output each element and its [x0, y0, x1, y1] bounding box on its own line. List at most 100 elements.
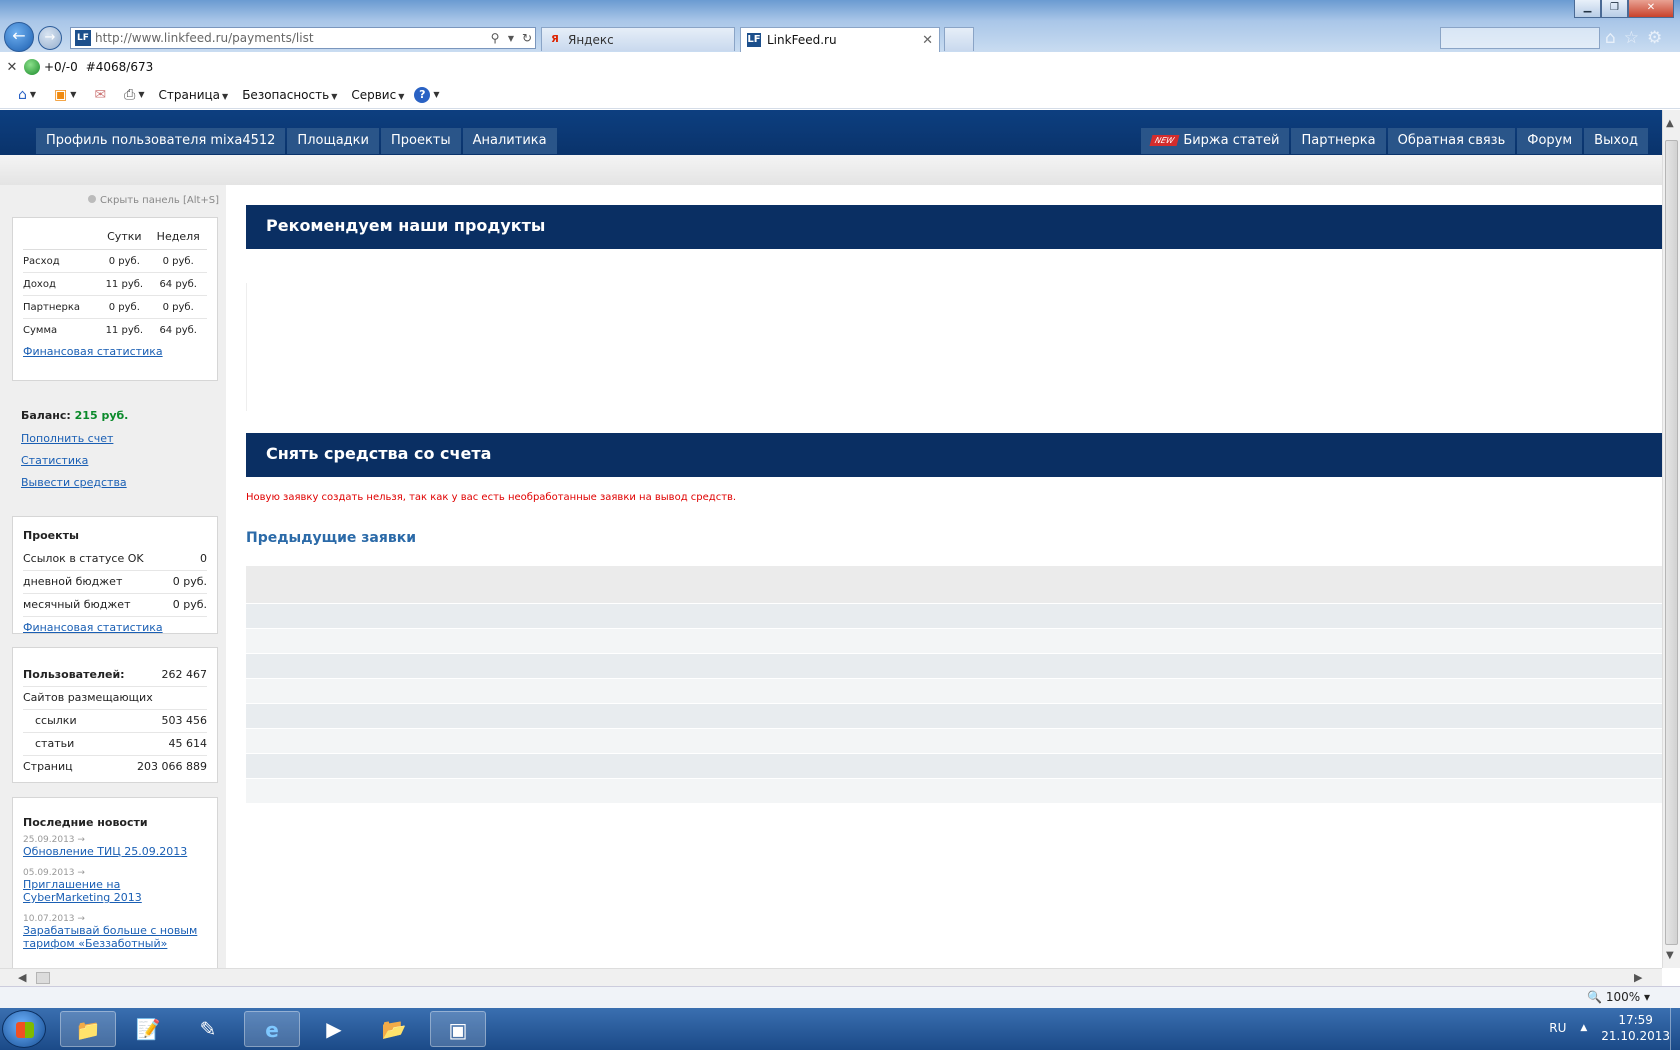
- nav-analytics[interactable]: Аналитика: [462, 128, 557, 154]
- tab-title: LinkFeed.ru: [767, 33, 837, 47]
- nav-feedback[interactable]: Обратная связь: [1387, 128, 1516, 154]
- media-player-task-icon[interactable]: ▶: [306, 1011, 362, 1047]
- news-link[interactable]: Зарабатывай больше с новым тарифом «Безз…: [23, 924, 207, 950]
- rss-icon[interactable]: ▣: [54, 87, 67, 103]
- chevron-down-icon[interactable]: ▼: [138, 90, 144, 99]
- site-favicon-icon: LF: [75, 30, 91, 46]
- col-header: Неделя: [149, 226, 207, 250]
- scroll-down-icon[interactable]: ▼: [1666, 950, 1674, 961]
- tab-title: Яндекс: [568, 32, 614, 47]
- finance-stats-link[interactable]: Финансовая статистика: [23, 345, 207, 358]
- url-text[interactable]: http://www.linkfeed.ru/payments/list: [95, 31, 487, 45]
- nav-platforms[interactable]: Площадки: [287, 128, 379, 154]
- col-header: [23, 226, 100, 250]
- nav-forum[interactable]: Форум: [1517, 128, 1583, 154]
- print-icon[interactable]: ⎙: [124, 87, 135, 103]
- news-link[interactable]: Приглашение на CyberMarketing 2013: [23, 878, 207, 904]
- close-toolbar-icon[interactable]: ✕: [0, 60, 24, 75]
- previous-requests-table: [246, 566, 1662, 804]
- window-task-icon[interactable]: ▣: [430, 1011, 486, 1047]
- table-row: [246, 754, 1662, 779]
- scroll-thumb[interactable]: [1665, 140, 1678, 945]
- projects-finance-link[interactable]: Финансовая статистика: [23, 621, 207, 634]
- nav-projects[interactable]: Проекты: [380, 128, 461, 154]
- withdraw-link[interactable]: Вывести средства: [21, 476, 209, 489]
- horizontal-scrollbar[interactable]: ◀ ▶: [0, 968, 1662, 986]
- clock-time: 17:59: [1618, 1013, 1653, 1027]
- table-row: [246, 729, 1662, 754]
- statistics-link[interactable]: Статистика: [21, 454, 209, 467]
- menu-security[interactable]: Безопасность ▼: [242, 88, 337, 102]
- refresh-icon[interactable]: ↻: [519, 31, 535, 45]
- clock[interactable]: 17:59 21.10.2013: [1601, 1012, 1670, 1044]
- editor-task-icon[interactable]: ✎: [180, 1011, 236, 1047]
- recommend-area: [246, 283, 1662, 411]
- col-header: Сутки: [99, 226, 150, 250]
- dropdown-arrow-icon[interactable]: ▼: [503, 34, 519, 43]
- nav-profile[interactable]: Профиль пользователя mixa4512: [36, 128, 286, 154]
- folder-task-icon[interactable]: 📂: [366, 1011, 422, 1047]
- finance-stats-box: Сутки Неделя Расход 0 руб. 0 руб. Доход …: [12, 217, 218, 381]
- main-content: Рекомендуем наши продукты Снять средства…: [246, 205, 1662, 968]
- favorites-star-icon[interactable]: ☆: [1624, 28, 1639, 48]
- minimize-button[interactable]: ▁: [1574, 0, 1601, 18]
- menu-page[interactable]: Страница ▼: [159, 88, 229, 102]
- secondary-nav: NEW Биржа статей Партнерка Обратная связь…: [1141, 128, 1648, 154]
- main-nav: Профиль пользователя mixa4512 Площадки П…: [36, 128, 557, 154]
- scroll-thumb[interactable]: [36, 972, 50, 984]
- nav-logout[interactable]: Выход: [1584, 128, 1648, 154]
- nav-partner[interactable]: Партнерка: [1291, 128, 1386, 154]
- gear-icon[interactable]: ⚙: [1647, 28, 1662, 48]
- tab-linkfeed[interactable]: LF LinkFeed.ru ✕: [740, 27, 940, 52]
- close-tab-icon[interactable]: ✕: [922, 33, 933, 48]
- zoom-control[interactable]: 🔍 100% ▾: [1587, 990, 1650, 1004]
- forward-button[interactable]: →: [38, 26, 62, 50]
- table-row: Доход 11 руб. 64 руб.: [23, 272, 207, 296]
- start-button[interactable]: [2, 1010, 46, 1048]
- notepad-task-icon[interactable]: 📝: [120, 1011, 176, 1047]
- balance: Баланс: 215 руб.: [21, 409, 129, 422]
- scroll-left-icon[interactable]: ◀: [18, 971, 26, 984]
- show-desktop-button[interactable]: [1670, 1008, 1680, 1050]
- menu-tools[interactable]: Сервис ▼: [351, 88, 404, 102]
- browser-search-box[interactable]: [1440, 27, 1600, 49]
- browser-tool-icons: ⌂ ☆ ⚙: [1605, 28, 1662, 48]
- home-icon[interactable]: ⌂: [1605, 28, 1616, 48]
- news-date: 10.07.2013 →: [23, 914, 85, 924]
- restore-button[interactable]: ❐: [1601, 0, 1628, 18]
- tab-yandex[interactable]: Я Яндекс: [541, 27, 735, 51]
- list-item: Ссылок в статусе OK 0: [23, 548, 207, 571]
- scroll-right-icon[interactable]: ▶: [1634, 971, 1642, 984]
- new-tab-button[interactable]: [944, 27, 974, 51]
- projects-box: Проекты Ссылок в статусе OK 0 дневной бюд…: [12, 516, 218, 634]
- system-stats-box: Пользователей: 262 467 Сайтов размещающих…: [12, 647, 218, 783]
- balance-amount: 215 руб.: [74, 409, 129, 422]
- chevron-down-icon[interactable]: ▼: [30, 90, 36, 99]
- new-badge: NEW: [1149, 135, 1180, 146]
- back-button[interactable]: ←: [4, 22, 34, 52]
- news-link[interactable]: Обновление ТИЦ 25.09.2013: [23, 845, 207, 858]
- close-circle-icon: [88, 195, 96, 203]
- vertical-scrollbar[interactable]: ▲ ▼: [1662, 110, 1680, 968]
- table-row: Расход 0 руб. 0 руб.: [23, 249, 207, 273]
- ie-task-icon[interactable]: e: [244, 1011, 300, 1047]
- chevron-down-icon[interactable]: ▼: [70, 90, 76, 99]
- search-icon[interactable]: ⚲: [487, 31, 503, 45]
- recommend-heading: Рекомендуем наши продукты: [246, 205, 1662, 249]
- nav-article-exchange[interactable]: NEW Биржа статей: [1141, 128, 1290, 154]
- address-bar[interactable]: LF http://www.linkfeed.ru/payments/list …: [70, 27, 536, 49]
- chevron-down-icon[interactable]: ▼: [433, 90, 439, 99]
- scroll-up-icon[interactable]: ▲: [1666, 118, 1674, 129]
- home-icon[interactable]: ⌂: [18, 87, 27, 103]
- mail-icon[interactable]: ✉: [94, 87, 106, 103]
- table-row: Партнерка 0 руб. 0 руб.: [23, 295, 207, 319]
- list-item: месячный бюджет 0 руб.: [23, 594, 207, 617]
- top-up-link[interactable]: Пополнить счет: [21, 432, 209, 445]
- hide-panel-link[interactable]: Скрыть панель [Alt+S]: [88, 195, 219, 206]
- language-indicator[interactable]: RU: [1549, 1021, 1566, 1035]
- help-icon[interactable]: ?: [414, 86, 431, 103]
- projects-title: Проекты: [23, 529, 79, 542]
- close-window-button[interactable]: ✕: [1628, 0, 1674, 18]
- tray-expand-icon[interactable]: ▲: [1580, 1023, 1587, 1033]
- explorer-task-icon[interactable]: 📁: [60, 1011, 116, 1047]
